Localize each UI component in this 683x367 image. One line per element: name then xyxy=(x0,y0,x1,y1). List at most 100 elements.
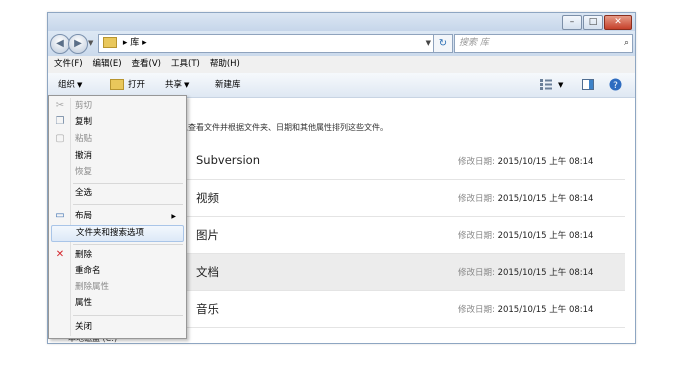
back-button[interactable]: ◀ xyxy=(50,34,70,54)
menu-item-delete[interactable]: ✕ 删除 xyxy=(51,248,182,263)
organize-button[interactable]: 组织 ▼ xyxy=(58,73,82,97)
address-field[interactable]: ▸ 库 ▸ ▼ xyxy=(98,34,435,53)
maximize-button[interactable]: □ xyxy=(583,15,603,30)
menu-tools[interactable]: 工具(T) xyxy=(165,56,204,73)
date-value: 2015/10/15 上午 08:14 xyxy=(497,157,594,167)
menu-item-rename[interactable]: 重命名 xyxy=(51,264,182,279)
menu-edit[interactable]: 编辑(E) xyxy=(87,56,126,73)
menu-bar: 文件(F) 编辑(E) 查看(V) 工具(T) 帮助(H) xyxy=(48,56,635,73)
menu-item-copy[interactable]: ❐ 复制 xyxy=(51,115,182,130)
address-bar-area: ◀ ▶ ▼ ▸ 库 ▸ ▼ ↻ 搜索 库 ⌕ xyxy=(48,31,635,56)
menu-separator xyxy=(73,244,183,245)
breadcrumb-separator[interactable]: ▸ xyxy=(142,38,147,48)
menu-item-cut[interactable]: ✂ 剪切 xyxy=(51,99,182,114)
menu-item-label: 文件夹和搜索选项 xyxy=(76,228,145,238)
menu-item-layout[interactable]: ▭ 布局 ▶ xyxy=(51,209,182,224)
menu-separator xyxy=(73,204,183,205)
menu-item-folder-options[interactable]: 文件夹和搜索选项 xyxy=(51,225,184,242)
library-row-subversion[interactable]: Subversion 修改日期: 2015/10/15 上午 08:14 xyxy=(185,143,625,180)
svg-text:?: ? xyxy=(613,81,618,91)
date-label: 修改日期: xyxy=(458,157,495,167)
menu-item-label: 复制 xyxy=(75,117,93,127)
menu-item-label: 全选 xyxy=(75,188,93,198)
item-date: 修改日期: 2015/10/15 上午 08:14 xyxy=(458,155,593,167)
menu-item-select-all[interactable]: 全选 xyxy=(51,186,182,201)
view-dropdown-icon[interactable]: ▼ xyxy=(558,73,563,97)
item-name: 视频 xyxy=(196,191,219,205)
date-label: 修改日期: xyxy=(458,231,495,241)
library-row-music[interactable]: 音乐 修改日期: 2015/10/15 上午 08:14 xyxy=(185,291,625,328)
library-description: 库以查看文件并根据文件夹、日期和其他属性排列这些文件。 xyxy=(172,123,388,132)
item-name: 文档 xyxy=(196,265,219,279)
menu-item-label: 属性 xyxy=(75,298,93,308)
delete-x-icon: ✕ xyxy=(55,249,65,260)
new-library-button[interactable]: 新建库 xyxy=(215,73,241,97)
item-date: 修改日期: 2015/10/15 上午 08:14 xyxy=(458,266,593,278)
copy-icon: ❐ xyxy=(55,116,65,127)
menu-item-remove-properties[interactable]: 删除属性 xyxy=(51,280,182,295)
menu-item-label: 删除属性 xyxy=(75,282,110,292)
preview-pane-icon[interactable] xyxy=(582,79,594,90)
date-value: 2015/10/15 上午 08:14 xyxy=(497,305,594,315)
date-value: 2015/10/15 上午 08:14 xyxy=(497,231,594,241)
chevron-down-icon: ▼ xyxy=(184,81,190,89)
organize-label: 组织 xyxy=(58,80,76,90)
menu-item-undo[interactable]: 撤消 xyxy=(51,149,182,164)
search-input[interactable]: 搜索 库 ⌕ xyxy=(454,34,633,53)
menu-separator xyxy=(73,183,183,184)
item-name: 图片 xyxy=(196,228,219,242)
close-button[interactable]: ✕ xyxy=(604,15,632,30)
menu-item-label: 删除 xyxy=(75,250,93,260)
date-label: 修改日期: xyxy=(458,268,495,278)
menu-item-properties[interactable]: 属性 xyxy=(51,296,182,311)
menu-item-label: 布局 xyxy=(75,211,93,221)
paste-icon: ▢ xyxy=(55,133,65,144)
breadcrumb-separator[interactable]: ▸ xyxy=(123,38,128,48)
share-button[interactable]: 共享 ▼ xyxy=(165,73,189,97)
item-name: 音乐 xyxy=(196,302,219,316)
forward-button[interactable]: ▶ xyxy=(68,34,88,54)
menu-item-label: 剪切 xyxy=(75,101,93,111)
menu-item-close[interactable]: 关闭 xyxy=(51,320,182,335)
menu-item-label: 关闭 xyxy=(75,322,93,332)
folder-open-icon xyxy=(110,79,124,90)
item-date: 修改日期: 2015/10/15 上午 08:14 xyxy=(458,229,593,241)
open-label: 打开 xyxy=(128,80,146,90)
item-name: Subversion xyxy=(196,153,261,167)
minimize-button[interactable]: – xyxy=(562,15,582,30)
library-row-videos[interactable]: 视频 修改日期: 2015/10/15 上午 08:14 xyxy=(185,180,625,217)
breadcrumb-library[interactable]: 库 xyxy=(130,38,139,48)
menu-file[interactable]: 文件(F) xyxy=(48,56,87,73)
item-date: 修改日期: 2015/10/15 上午 08:14 xyxy=(458,303,593,315)
library-row-pictures[interactable]: 图片 修改日期: 2015/10/15 上午 08:14 xyxy=(185,217,625,254)
menu-separator xyxy=(73,315,183,316)
menu-help[interactable]: 帮助(H) xyxy=(204,56,244,73)
scissors-icon: ✂ xyxy=(55,100,65,111)
library-folder-icon xyxy=(103,37,117,48)
address-dropdown[interactable]: ▼ xyxy=(426,35,431,52)
submenu-arrow-icon: ▶ xyxy=(171,213,176,220)
date-value: 2015/10/15 上午 08:14 xyxy=(497,268,594,278)
caption-buttons: – □ ✕ xyxy=(561,15,632,30)
menu-item-redo[interactable]: 恢复 xyxy=(51,165,182,180)
library-row-documents[interactable]: 文档 修改日期: 2015/10/15 上午 08:14 xyxy=(185,254,625,291)
date-value: 2015/10/15 上午 08:14 xyxy=(497,194,594,204)
help-icon[interactable]: ? xyxy=(609,78,622,91)
menu-item-paste[interactable]: ▢ 粘贴 xyxy=(51,132,182,147)
menu-item-label: 恢复 xyxy=(75,167,93,177)
menu-item-label: 粘贴 xyxy=(75,134,93,144)
share-label: 共享 xyxy=(165,80,183,90)
date-label: 修改日期: xyxy=(458,194,495,204)
title-bar: – □ ✕ xyxy=(48,13,635,31)
open-button[interactable]: 打开 xyxy=(110,73,145,97)
menu-item-label: 撤消 xyxy=(75,151,93,161)
refresh-button[interactable]: ↻ xyxy=(433,34,453,53)
chevron-down-icon: ▼ xyxy=(77,81,83,89)
search-icon[interactable]: ⌕ xyxy=(624,35,629,52)
organize-context-menu: ✂ 剪切 ❐ 复制 ▢ 粘贴 撤消 恢复 全选 ▭ 布局 ▶ 文件夹和搜索选项 … xyxy=(48,95,187,339)
recent-pages-dropdown[interactable]: ▼ xyxy=(88,39,93,47)
menu-view[interactable]: 查看(V) xyxy=(126,56,165,73)
layout-icon: ▭ xyxy=(55,210,65,221)
menu-item-label: 重命名 xyxy=(75,266,101,276)
view-options-icon[interactable] xyxy=(540,79,552,90)
